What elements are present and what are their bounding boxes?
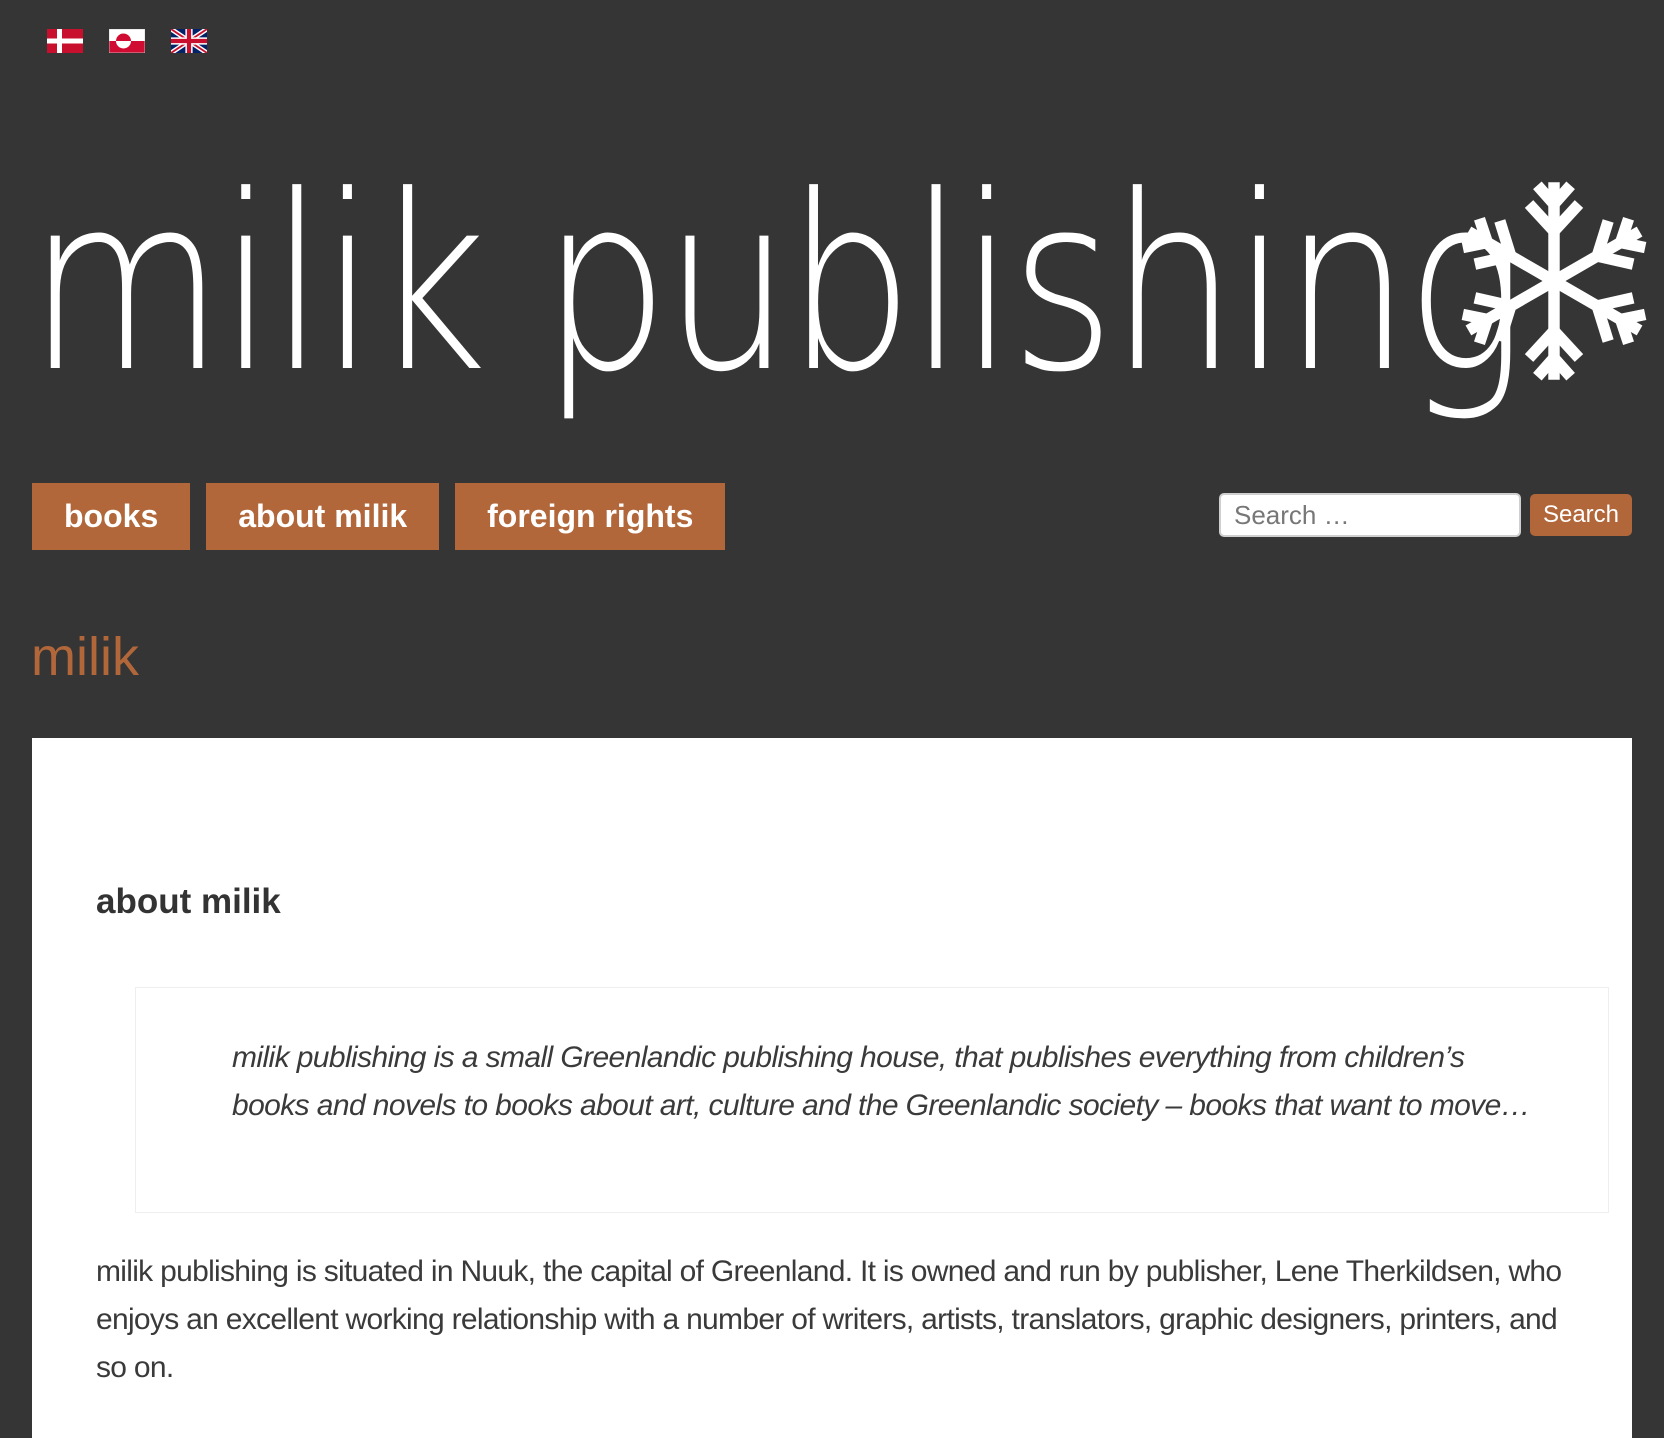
greenlandic-flag-icon[interactable] (109, 29, 145, 53)
logo-text: milik publishing (28, 144, 1526, 426)
search-input[interactable] (1219, 493, 1521, 537)
quote-text: milik publishing is a small Greenlandic … (232, 1041, 1531, 1122)
about-paragraph: milik publishing is situated in Nuuk, th… (96, 1255, 1562, 1384)
nav-item-foreign-rights[interactable]: foreign rights (455, 483, 726, 550)
danish-flag-icon[interactable] (47, 29, 83, 53)
nav-item-about-milik[interactable]: about milik (206, 483, 440, 550)
content-area: about milik milik publishing is a small … (32, 738, 1632, 1438)
site-logo[interactable]: milik publishing (28, 144, 1647, 426)
search-button[interactable]: Search (1530, 494, 1632, 536)
intro-quote: milik publishing is a small Greenlandic … (135, 987, 1609, 1213)
uk-flag-icon[interactable] (171, 29, 207, 53)
language-switcher (47, 29, 207, 53)
search-form: Search (1219, 493, 1632, 537)
nav-item-books[interactable]: books (32, 483, 191, 550)
snowflake-icon (1461, 181, 1647, 381)
page-heading: about milik (96, 882, 281, 921)
site-title: milik (31, 627, 139, 687)
main-nav: books about milik foreign rights (32, 483, 726, 550)
